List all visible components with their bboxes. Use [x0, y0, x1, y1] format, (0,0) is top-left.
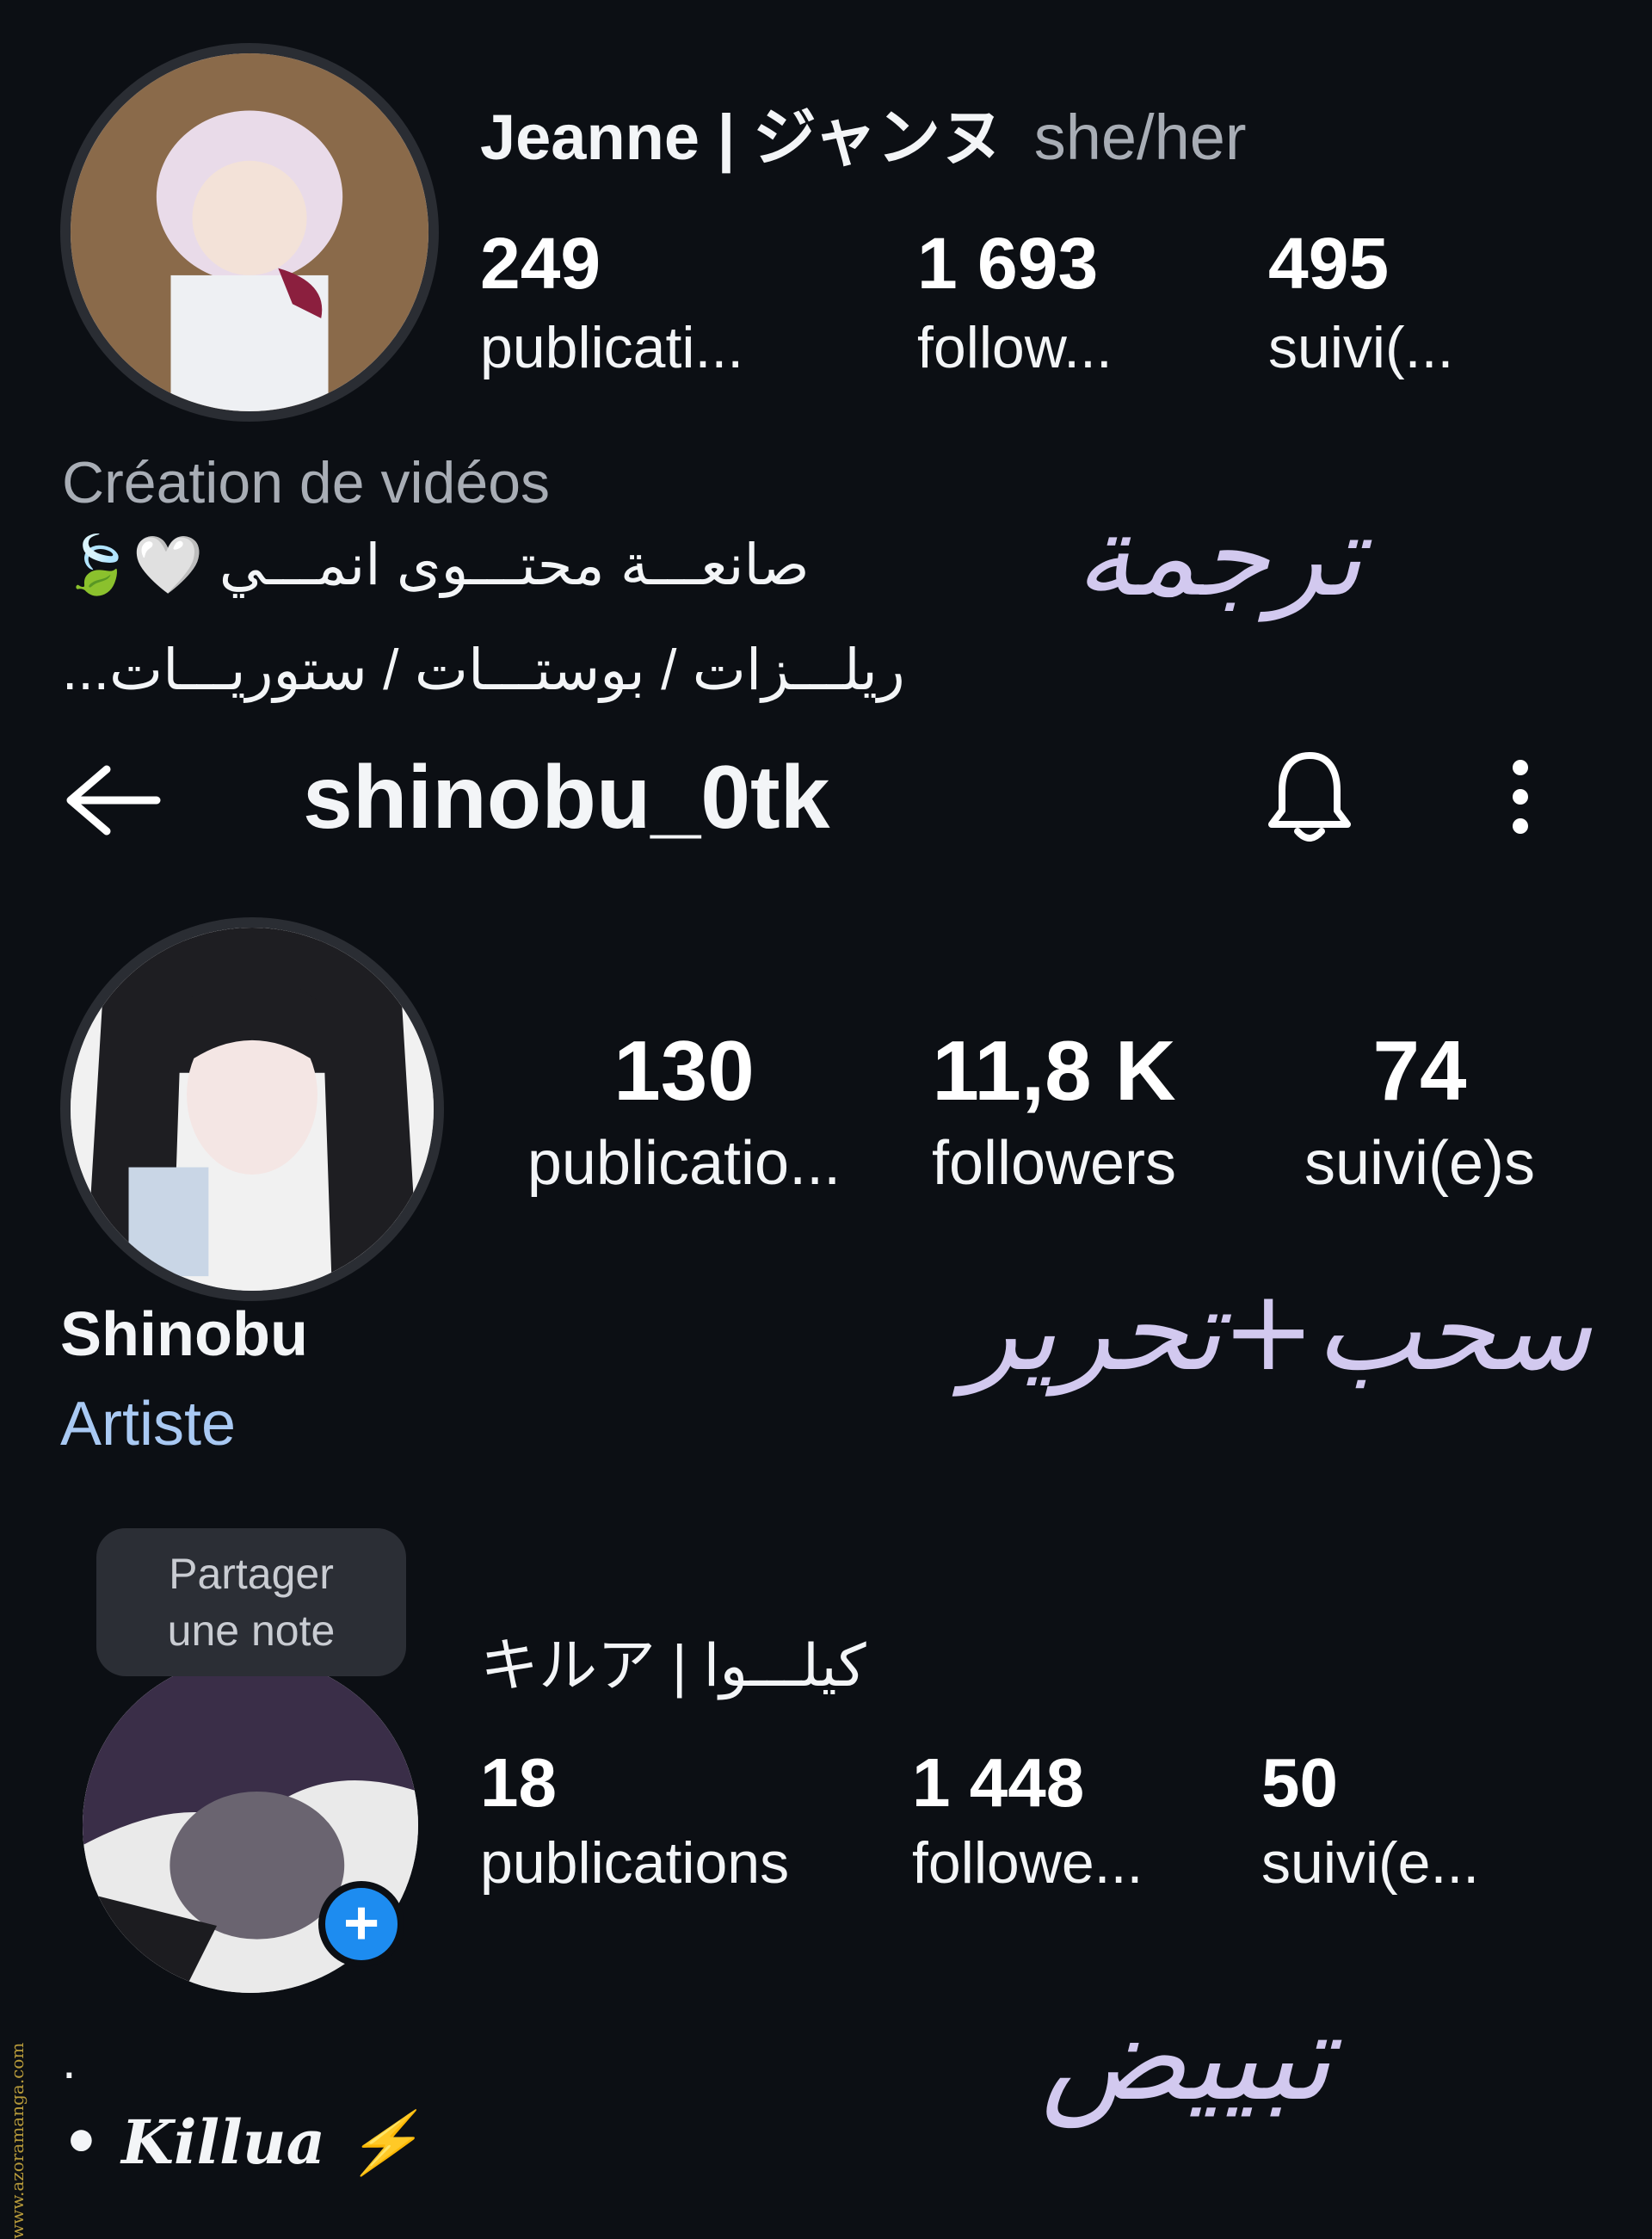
bio-dot: . [62, 2032, 77, 2089]
note-line-2: une note [167, 1607, 336, 1655]
stat-value: 18 [480, 1744, 557, 1821]
more-vertical-icon [1513, 760, 1528, 834]
bell-icon [1268, 752, 1351, 842]
stat-posts-top[interactable]: 249 publicati... [480, 222, 743, 381]
stat-label: suivi(e... [1261, 1830, 1480, 1896]
stat-label: publicatio... [527, 1129, 841, 1198]
stat-value: 1 448 [912, 1744, 1085, 1821]
stat-following-bottom[interactable]: 50 suivi(e... [1261, 1743, 1479, 1897]
stat-followers-main[interactable]: 11,8 K followers [895, 1022, 1213, 1199]
arrow-left-icon [66, 765, 161, 836]
stat-value: 74 [1372, 1023, 1467, 1118]
more-options-button[interactable] [1499, 754, 1542, 840]
profile-name-bottom: キルア | كيلـــوا [480, 1633, 866, 1699]
note-line-1: Partager [169, 1550, 334, 1598]
stat-value: 495 [1268, 223, 1390, 304]
share-note-bubble[interactable]: Partager une note [96, 1528, 406, 1676]
stat-label: suivi(e)s [1304, 1129, 1536, 1198]
notifications-button[interactable] [1261, 745, 1358, 847]
annotation-bleach: تبييض [1041, 1988, 1332, 2128]
stat-followers-bottom[interactable]: 1 448 followe... [912, 1743, 1143, 1897]
bio-line-2: ريلـــزات / بوستـــات / ستوريـــات... [62, 638, 905, 701]
stat-label: followers [931, 1129, 1177, 1198]
avatar-illustration [71, 928, 434, 1291]
avatar-illustration [71, 53, 428, 411]
stat-value: 11,8 K [932, 1023, 1176, 1118]
annotation-crop-edit: سحب+تحرير [964, 1265, 1592, 1396]
bio-name: • Killua ⚡ [62, 2106, 422, 2178]
profile-name-row: Jeanne | ジャンヌ she/her [480, 86, 1247, 178]
stat-label: suivi(... [1268, 315, 1454, 380]
plus-icon: + [342, 1889, 380, 1958]
profile-name: Jeanne | ジャンヌ [480, 102, 1005, 173]
stat-value: 1 693 [917, 223, 1099, 304]
stat-following-top[interactable]: 495 suivi(... [1268, 222, 1453, 381]
stat-value: 130 [613, 1023, 755, 1118]
stat-label: follow... [917, 315, 1113, 380]
avatar-shinobu[interactable] [60, 917, 444, 1301]
pronouns: she/her [1033, 102, 1247, 173]
stat-value: 249 [480, 223, 601, 304]
annotation-translate: ترجمة [1076, 490, 1363, 621]
stat-followers-top[interactable]: 1 693 follow... [917, 222, 1113, 381]
stat-value: 50 [1261, 1744, 1338, 1821]
stat-posts-bottom[interactable]: 18 publications [480, 1743, 789, 1897]
header-username: shinobu_0tk [303, 748, 830, 848]
display-name: Shinobu [60, 1300, 308, 1369]
profile-category: Création de vidéos [62, 450, 551, 515]
stat-posts-main[interactable]: 130 publicatio... [516, 1022, 852, 1199]
stat-following-main[interactable]: 74 suivi(e)s [1282, 1022, 1557, 1199]
add-story-button[interactable]: + [318, 1881, 404, 1967]
watermark: www.azoramanga.com [7, 2042, 28, 2239]
back-button[interactable] [57, 757, 169, 843]
avatar-jeanne[interactable] [60, 43, 439, 422]
stat-label: publicati... [480, 315, 744, 380]
profile-category: Artiste [60, 1390, 237, 1459]
stat-label: followe... [912, 1830, 1143, 1896]
bio-line-1: صانعـــة محتـــوى انمـــي 🤍🍃 [62, 533, 810, 596]
stat-label: publications [480, 1830, 790, 1896]
